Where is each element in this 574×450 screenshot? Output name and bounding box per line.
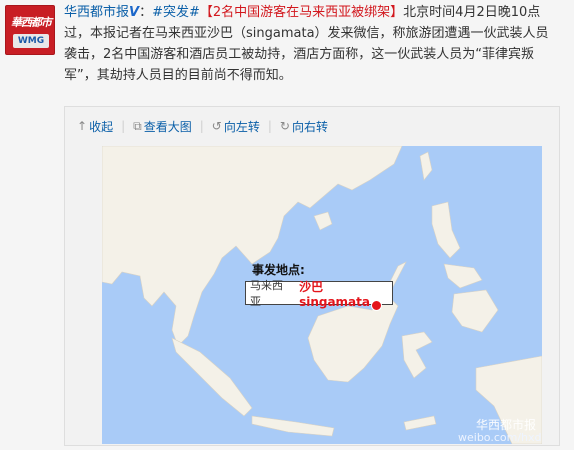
mindanao-island bbox=[451, 289, 499, 333]
callout-country: 马来西亚 bbox=[250, 279, 283, 308]
callout-box: 马来西亚 沙巴singamata bbox=[245, 279, 393, 309]
visayas-islands bbox=[443, 263, 483, 289]
collapse-button[interactable]: ↑ 收起 bbox=[77, 118, 113, 135]
sumatra-island bbox=[171, 337, 253, 417]
view-large-button[interactable]: ⧉ 查看大图 bbox=[133, 118, 192, 135]
view-large-icon: ⧉ bbox=[133, 118, 142, 133]
rotate-left-label: 向左转 bbox=[223, 119, 260, 134]
post-text: 华西都市报V：#突发#【2名中国游客在马来西亚被绑架】北京时间4月2日晚10点过… bbox=[64, 2, 560, 86]
sulawesi-island bbox=[401, 331, 433, 379]
post-title: 【2名中国游客在马来西亚被绑架】 bbox=[199, 5, 404, 20]
location-pin-icon bbox=[371, 300, 382, 311]
view-large-label: 查看大图 bbox=[143, 119, 192, 134]
collapse-icon: ↑ bbox=[77, 119, 88, 133]
rotate-right-button[interactable]: ↻ 向右转 bbox=[280, 118, 328, 135]
verified-icon[interactable]: V bbox=[129, 5, 139, 20]
image-toolbar: ↑ 收起 | ⧉ 查看大图 | ↺ 向左转 | ↻ 向右转 bbox=[77, 117, 328, 135]
toolbar-divider: | bbox=[267, 119, 272, 133]
rotate-left-button[interactable]: ↺ 向左转 bbox=[212, 118, 260, 135]
author-link[interactable]: 华西都市报 bbox=[64, 5, 129, 20]
toolbar-divider: | bbox=[121, 119, 126, 133]
watermark-url: weibo.com/hxdsb bbox=[458, 431, 542, 444]
topic-link[interactable]: #突发# bbox=[152, 5, 200, 20]
java-island bbox=[251, 415, 335, 437]
taiwan-island bbox=[419, 151, 433, 181]
map-image[interactable]: 事发地点: 马来西亚 沙巴singamata 华西都市报 weibo.com/h… bbox=[102, 146, 542, 444]
avatar[interactable]: 華西都市報 WMG bbox=[5, 5, 55, 55]
borneo-island bbox=[307, 295, 399, 383]
author-colon: ： bbox=[139, 5, 153, 20]
avatar-logo-text: 華西都市報 bbox=[11, 16, 52, 47]
timor-island bbox=[403, 415, 437, 431]
collapse-label: 收起 bbox=[89, 119, 114, 134]
rotate-right-label: 向右转 bbox=[291, 119, 328, 134]
callout-title: 事发地点: bbox=[252, 263, 305, 277]
toolbar-divider: | bbox=[199, 119, 204, 133]
luzon-island bbox=[431, 201, 461, 259]
rotate-left-icon: ↺ bbox=[211, 119, 222, 133]
avatar-badge: WMG bbox=[13, 34, 49, 48]
hainan-island bbox=[313, 211, 333, 231]
rotate-right-icon: ↻ bbox=[279, 119, 290, 133]
